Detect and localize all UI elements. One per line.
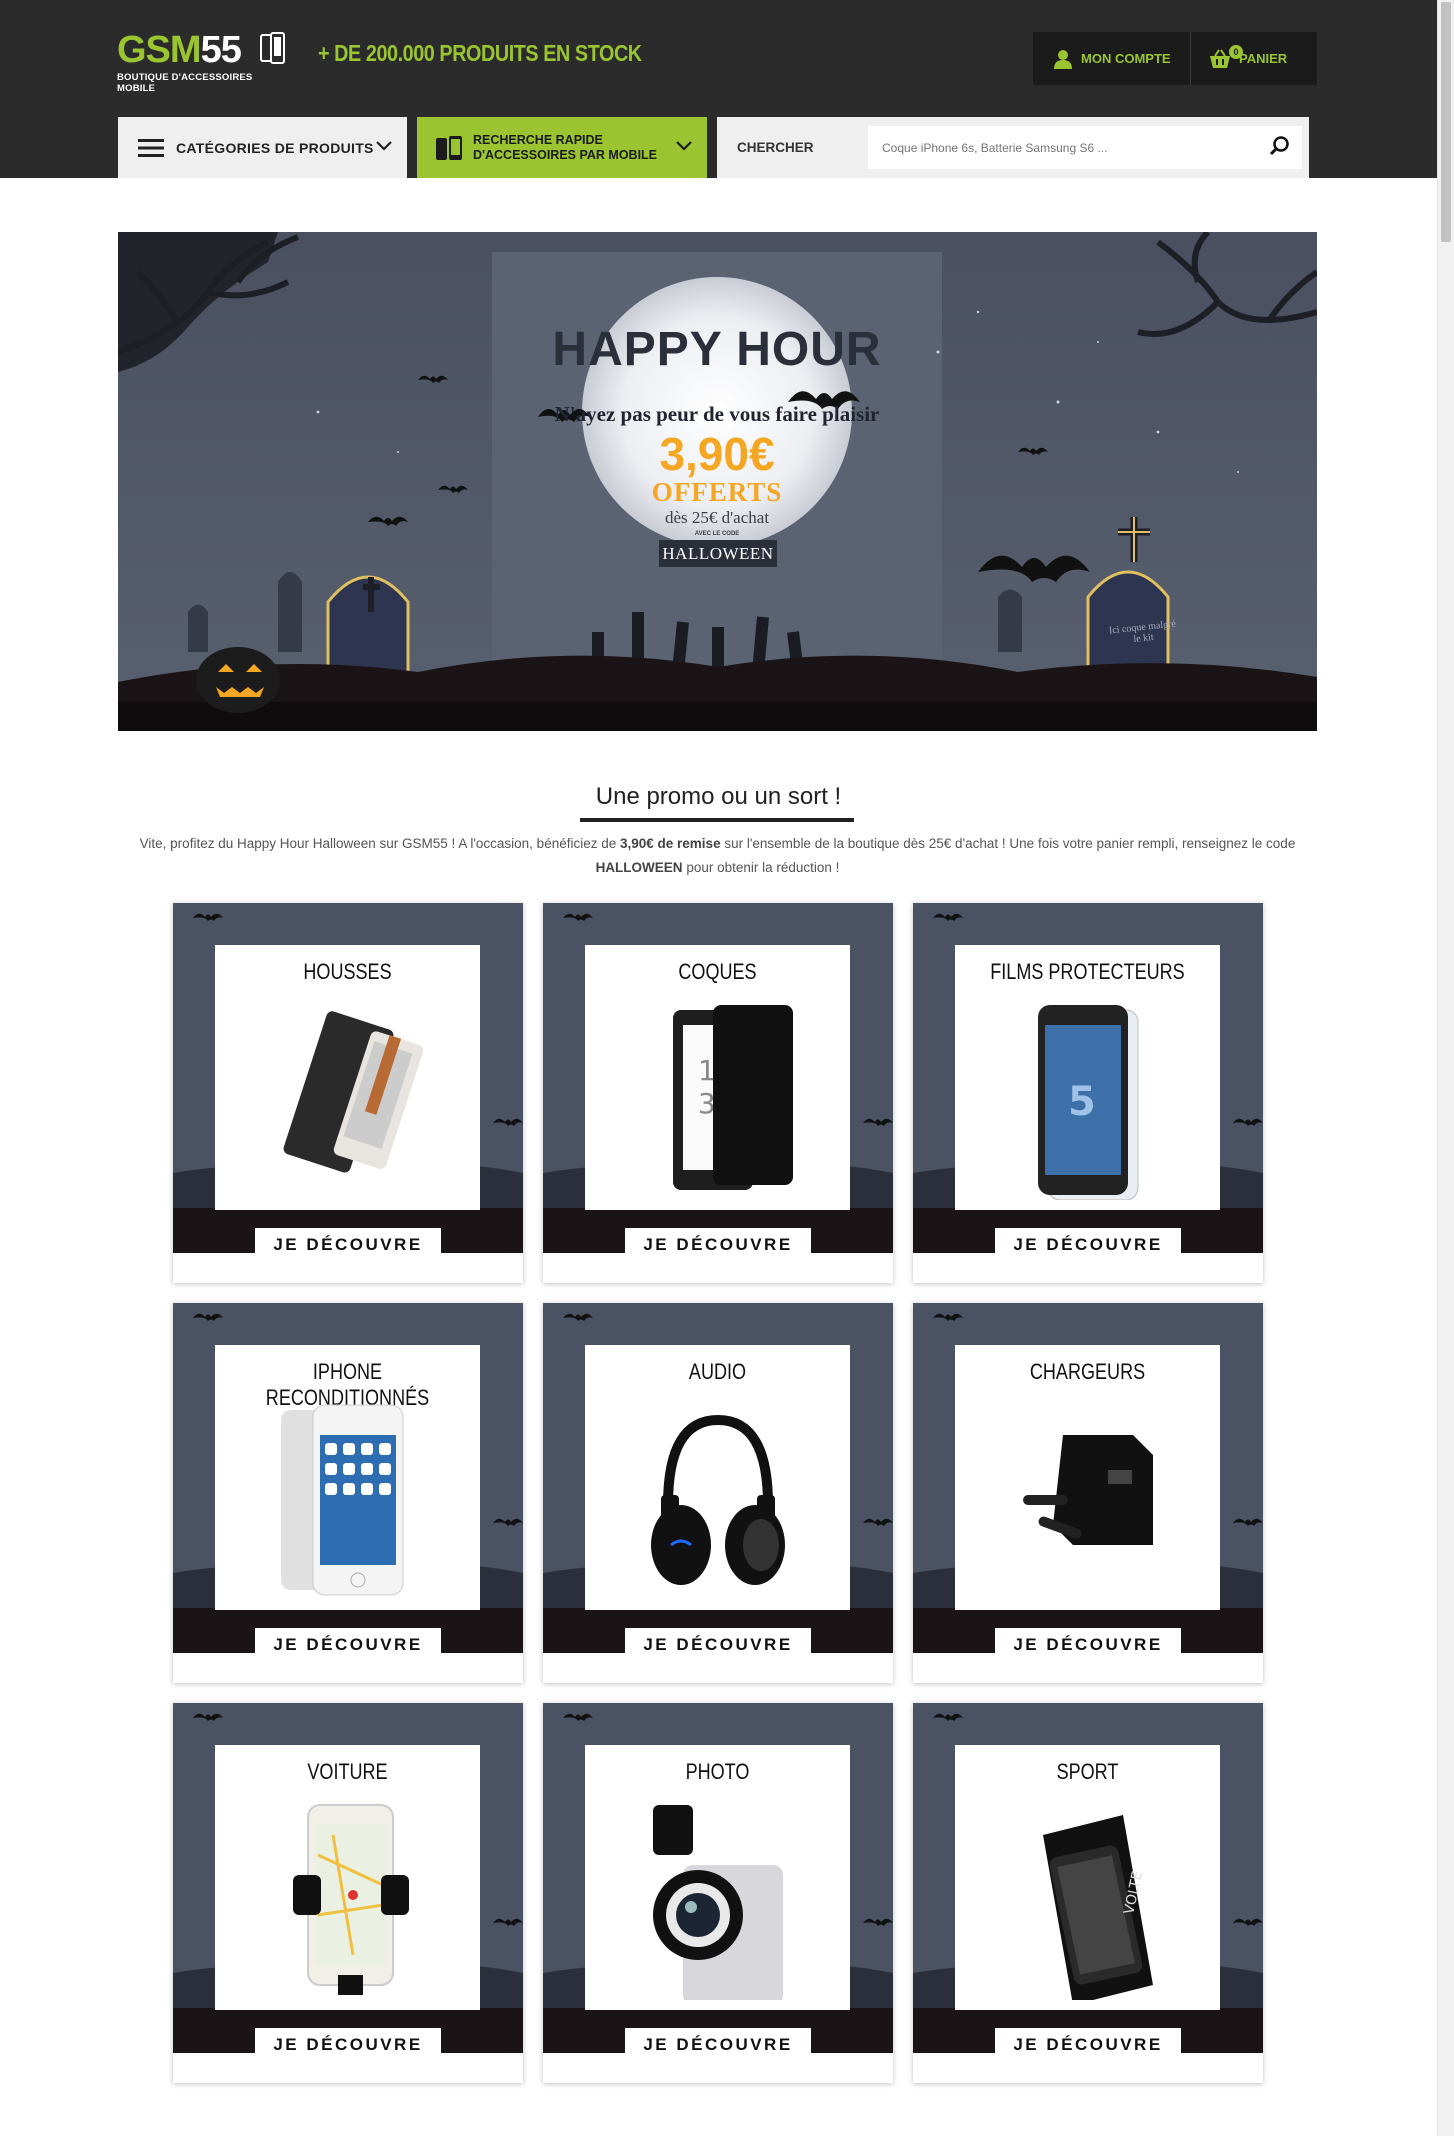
discount-amount: 3,90€ [659, 428, 775, 480]
categories-menu-button[interactable]: CATÉGORIES DE PRODUITS [118, 117, 407, 178]
card-product-panel: PHOTO [585, 1745, 850, 2010]
promo-code-badge: HALLOWEEN [659, 540, 777, 567]
account-cart-box: MON COMPTE 0 PANIER [1033, 32, 1317, 85]
site-header: GSM55 BOUTIQUE D'ACCESSOIRES MOBILE + DE… [0, 0, 1437, 178]
happy-hour-subtitle: N'ayez pas peur de vous faire plaisir [554, 402, 880, 426]
card-product-panel: VOITURE [215, 1745, 480, 2010]
category-card[interactable]: CHARGEURS JE DÉCOUVRE [913, 1303, 1263, 1683]
card-product-panel: AUDIO [585, 1345, 850, 1610]
stock-tagline: + DE 200.000 PRODUITS EN STOCK [318, 40, 642, 66]
card-product-panel: HOUSSES [215, 945, 480, 1210]
phones-icon [436, 135, 462, 160]
page: { "header": { "logo": { "part1": "GSM", … [0, 0, 1454, 2136]
card-product-panel: COQUES 1035 [585, 945, 850, 1210]
category-card[interactable]: AUDIO JE DÉCOUVRE [543, 1303, 893, 1683]
cart-count-badge: 0 [1229, 45, 1243, 59]
category-title: CHARGEURS [1029, 1359, 1146, 1384]
scrollbar[interactable] [1437, 0, 1454, 2136]
card-product-panel: CHARGEURS [955, 1345, 1220, 1610]
charger-icon [1023, 1435, 1153, 1545]
card-product-panel: IPHONE RECONDITIONNÉS [215, 1345, 480, 1610]
svg-text:5: 5 [1068, 1079, 1096, 1125]
chevron-down-icon [676, 141, 692, 151]
cart-label: PANIER [1239, 51, 1288, 66]
category-card[interactable]: FILMS PROTECTEURS 5 JE DÉCOUVRE [913, 903, 1263, 1283]
discover-button[interactable]: JE DÉCOUVRE [625, 1628, 811, 1663]
quick-search-label: RECHERCHE RAPIDE D'ACCESSOIRES PAR MOBIL… [473, 132, 658, 162]
category-card[interactable]: VOITURE JE DÉCOUVRE [173, 1703, 523, 2083]
screen-protector-icon: 5 [1038, 1005, 1139, 1200]
car-holder-icon [293, 1804, 409, 1995]
category-title: HOUSSES [303, 959, 392, 984]
category-title: FILMS PROTECTEURS [990, 959, 1185, 984]
account-label: MON COMPTE [1081, 51, 1171, 66]
search-icon[interactable] [1269, 135, 1291, 157]
category-title: SPORT [1056, 1759, 1119, 1784]
category-card[interactable]: IPHONE RECONDITIONNÉS JE DÉCOUVRE [173, 1303, 523, 1683]
hamburger-icon [138, 138, 164, 157]
minimum-purchase: dès 25€ d'achat [664, 508, 770, 527]
discover-button[interactable]: JE DÉCOUVRE [995, 2028, 1181, 2063]
phone-logo-icon [260, 32, 285, 64]
promo-title: Une promo ou un sort ! [595, 783, 842, 810]
wallet-case-icon [283, 1011, 423, 1173]
category-title: AUDIO [688, 1359, 747, 1384]
card-product-panel: SPORT VOLTE [955, 1745, 1220, 2010]
search-bar: CHERCHER [717, 117, 1309, 178]
logo-subtitle: BOUTIQUE D'ACCESSOIRES MOBILE [117, 72, 253, 94]
halloween-hero-banner[interactable]: HAPPY HOUR N'ayez pas peur de vous faire… [118, 232, 1317, 731]
promo-title-underline [580, 818, 854, 822]
quick-search-by-mobile-button[interactable]: RECHERCHE RAPIDE D'ACCESSOIRES PAR MOBIL… [417, 117, 707, 178]
category-card[interactable]: PHOTO JE DÉCOUVRE [543, 1703, 893, 2083]
categories-menu-label: CATÉGORIES DE PRODUITS [176, 139, 374, 156]
phone-case-icon: 1035 [673, 1005, 793, 1190]
happy-hour-title: HAPPY HOUR [552, 323, 882, 376]
code-label: AVEC LE CODE [694, 531, 740, 537]
category-card[interactable]: SPORT VOLTE JE DÉCOUVRE [913, 1703, 1263, 2083]
discover-button[interactable]: JE DÉCOUVRE [255, 2028, 441, 2063]
category-card[interactable]: HOUSSES JE DÉCOUVRE [173, 903, 523, 1283]
discover-button[interactable]: JE DÉCOUVRE [255, 1628, 441, 1663]
discover-button[interactable]: JE DÉCOUVRE [255, 1228, 441, 1263]
user-icon [1054, 49, 1072, 69]
discover-button[interactable]: JE DÉCOUVRE [995, 1628, 1181, 1663]
category-title: PHOTO [685, 1759, 750, 1784]
iphone-icon [281, 1404, 404, 1596]
logo[interactable]: GSM55 BOUTIQUE D'ACCESSOIRES MOBILE [117, 30, 292, 94]
clip-lens-icon [653, 1805, 783, 2000]
headphones-icon [651, 1414, 785, 1585]
category-title: VOITURE [307, 1759, 388, 1784]
category-title: COQUES [678, 959, 757, 984]
basket-icon [1210, 48, 1230, 68]
discover-button[interactable]: JE DÉCOUVRE [625, 2028, 811, 2063]
account-button[interactable]: MON COMPTE [1033, 32, 1191, 85]
cart-button[interactable]: 0 PANIER [1191, 32, 1317, 85]
offered-label: OFFERTS [651, 477, 783, 507]
discover-button[interactable]: JE DÉCOUVRE [625, 1228, 811, 1263]
chevron-down-icon [376, 141, 392, 151]
card-product-panel: FILMS PROTECTEURS 5 [955, 945, 1220, 1210]
search-input[interactable] [868, 126, 1302, 169]
scroll-thumb[interactable] [1441, 2, 1451, 242]
discover-button[interactable]: JE DÉCOUVRE [995, 1228, 1181, 1263]
happy-hour-panel: HAPPY HOUR N'ayez pas peur de vous faire… [492, 252, 942, 712]
search-label: CHERCHER [737, 140, 814, 155]
promo-description: Vite, profitez du Happy Hour Halloween s… [139, 836, 1296, 875]
category-card[interactable]: COQUES 1035 JE DÉCOUVRE [543, 903, 893, 1283]
armband-icon: VOLTE [1043, 1815, 1153, 2000]
